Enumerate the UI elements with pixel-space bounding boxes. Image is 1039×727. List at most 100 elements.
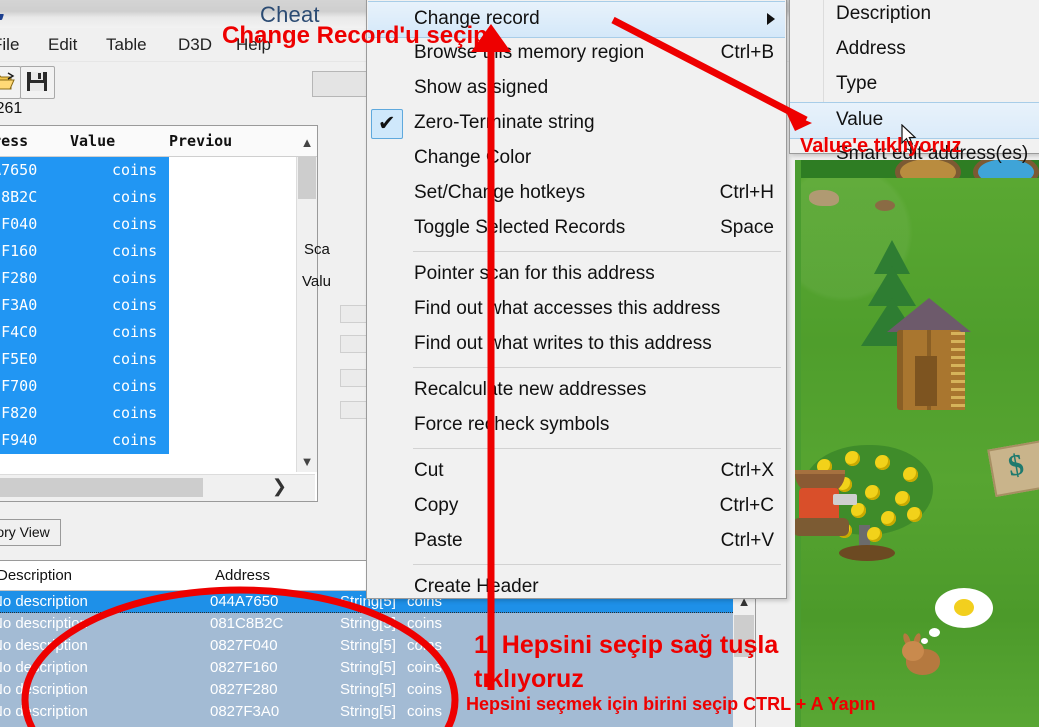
found-list-row[interactable]: 081C8B2C coins — [0, 184, 296, 211]
context-menu-item-zero-terminate-string[interactable]: Zero-Terminate string — [411, 106, 786, 141]
scroll-down-icon[interactable]: ▼ — [297, 452, 317, 472]
found-list-row[interactable]: 0827F160 coins — [0, 238, 296, 265]
column-address[interactable]: Address — [0, 132, 28, 150]
found-list-hscrollbar[interactable]: ❮ ❯ — [0, 474, 315, 501]
row-description: No description — [0, 637, 88, 654]
column-previous[interactable]: Previou — [169, 132, 232, 150]
found-list-row[interactable]: 0827F280 coins — [0, 265, 296, 292]
row-address: 0827F040 — [210, 637, 278, 654]
scroll-right-icon[interactable]: ❯ — [272, 476, 287, 497]
found-row-value: coins — [112, 377, 158, 395]
context-menu-item-copy[interactable]: Copy Ctrl+C — [411, 489, 786, 524]
context-menu-separator — [413, 564, 781, 565]
context-menu-item-paste[interactable]: Paste Ctrl+V — [411, 524, 786, 559]
game-window-screenshot[interactable]: $ — [795, 160, 1039, 727]
found-list-rows[interactable]: 044A7650coins081C8B2Ccoins0827F040coins0… — [0, 157, 296, 472]
found-list-row[interactable]: 044A7650 coins — [0, 157, 296, 184]
row-description: No description — [0, 681, 88, 698]
found-row-previous — [169, 319, 296, 346]
context-menu-item-recalculate-new-addresses[interactable]: Recalculate new addresses — [411, 373, 786, 408]
game-money-sign: $ — [987, 438, 1039, 498]
found-list-row[interactable]: 0827F5E0 coins — [0, 346, 296, 373]
found-list-row[interactable]: 0827F700 coins — [0, 373, 296, 400]
row-type: String[5] — [340, 703, 396, 720]
game-rock — [809, 190, 839, 206]
context-menu-item-create-header[interactable]: Create Header — [411, 570, 786, 605]
context-menu-item-shortcut: Ctrl+X — [720, 460, 774, 481]
found-row-address: 0827F3A0 — [0, 296, 38, 314]
context-menu-separator — [413, 448, 781, 449]
row-address: 0827F3A0 — [210, 703, 280, 720]
found-row-previous — [169, 427, 296, 454]
context-menu[interactable]: Change record Browse this memory region Ct… — [366, 0, 787, 599]
context-menu-item-force-recheck-symbols[interactable]: Force recheck symbols — [411, 408, 786, 443]
open-file-button[interactable] — [0, 66, 21, 99]
ct-column-description[interactable]: Description — [0, 567, 72, 584]
row-type: String[5] — [340, 637, 396, 654]
found-row-value: coins — [112, 404, 158, 422]
found-list-row[interactable]: 0827F3A0 coins — [0, 292, 296, 319]
context-menu-item-set-change-hotkeys[interactable]: Set/Change hotkeys Ctrl+H — [411, 176, 786, 211]
context-menu-item-label: Force recheck symbols — [414, 414, 610, 435]
found-row-address: 0827F940 — [0, 431, 38, 449]
ct-column-address[interactable]: Address — [215, 567, 270, 584]
context-menu-item-label: Find out what writes to this address — [414, 333, 712, 354]
found-row-previous — [169, 211, 296, 238]
found-list-header: Address Value Previou — [0, 126, 317, 157]
row-description: No description — [0, 703, 88, 720]
scroll-thumb[interactable] — [298, 157, 316, 199]
found-row-value: coins — [112, 431, 158, 449]
context-menu-item-label: Zero-Terminate string — [414, 112, 595, 133]
context-menu-item-toggle-selected-records[interactable]: Toggle Selected Records Space — [411, 211, 786, 246]
found-row-address: 0827F160 — [0, 242, 38, 260]
found-list-row[interactable]: 0827F4C0 coins — [0, 319, 296, 346]
context-menu-item-pointer-scan-for-this-address[interactable]: Pointer scan for this address — [411, 257, 786, 292]
context-menu-separator — [413, 367, 781, 368]
menu-table[interactable]: Table — [100, 33, 153, 57]
context-menu-item-cut[interactable]: Cut Ctrl+X — [411, 454, 786, 489]
context-menu-item-label: Show as signed — [414, 77, 549, 98]
memory-view-button[interactable]: Memory View — [0, 519, 61, 546]
scroll-up-icon[interactable]: ▲ — [297, 133, 317, 153]
found-row-previous — [169, 157, 296, 184]
menu-d3d[interactable]: D3D — [172, 33, 218, 57]
folder-open-icon — [0, 72, 15, 90]
found-row-address: 044A7650 — [0, 161, 38, 179]
found-list-row[interactable]: 0827F820 coins — [0, 400, 296, 427]
submenu-item-address[interactable]: Address — [823, 32, 1039, 67]
checkmark-icon[interactable]: ✔ — [371, 109, 403, 139]
found-row-previous — [169, 292, 296, 319]
found-row-previous — [169, 184, 296, 211]
found-list-row[interactable]: 0827F940 coins — [0, 427, 296, 454]
found-list-vscrollbar[interactable]: ▲ ▼ — [296, 135, 317, 472]
submenu-item-label: Type — [836, 73, 878, 94]
egg-yolk-icon — [954, 599, 974, 616]
save-file-button[interactable] — [20, 66, 55, 99]
context-menu-gutter — [367, 0, 411, 598]
found-row-value: coins — [112, 296, 158, 314]
context-menu-item-change-color[interactable]: Change Color — [411, 141, 786, 176]
scan-type-label: Sca — [304, 241, 330, 258]
context-menu-item-find-out-what-writes-to-this-address[interactable]: Find out what writes to this address — [411, 327, 786, 362]
submenu-item-description[interactable]: Description — [823, 0, 1039, 32]
context-menu-item-shortcut: Ctrl+H — [719, 182, 774, 203]
context-menu-item-label: Set/Change hotkeys — [414, 182, 586, 203]
found-list-row[interactable]: 0827F040 coins — [0, 211, 296, 238]
game-cannon-pot — [795, 470, 857, 536]
found-row-value: coins — [112, 323, 158, 341]
context-menu-item-label: Create Header — [414, 576, 539, 597]
submenu-item-label: Description — [836, 3, 932, 24]
found-row-address: 0827F4C0 — [0, 323, 38, 341]
hscroll-thumb[interactable] — [0, 478, 203, 497]
cheat-table-row[interactable]: No description0827F4C0String[5]coins — [0, 723, 755, 727]
context-menu-item-show-as-signed[interactable]: Show as signed — [411, 71, 786, 106]
found-row-previous — [169, 400, 296, 427]
menu-edit[interactable]: Edit — [42, 33, 83, 57]
menu-file[interactable]: File — [0, 33, 25, 57]
column-value[interactable]: Value — [70, 132, 115, 150]
row-type: String[5] — [340, 659, 396, 676]
submenu-item-label: Address — [836, 38, 906, 59]
submenu-item-type[interactable]: Type — [823, 67, 1039, 102]
row-type: String[5] — [340, 681, 396, 698]
context-menu-item-find-out-what-accesses-this-address[interactable]: Find out what accesses this address — [411, 292, 786, 327]
